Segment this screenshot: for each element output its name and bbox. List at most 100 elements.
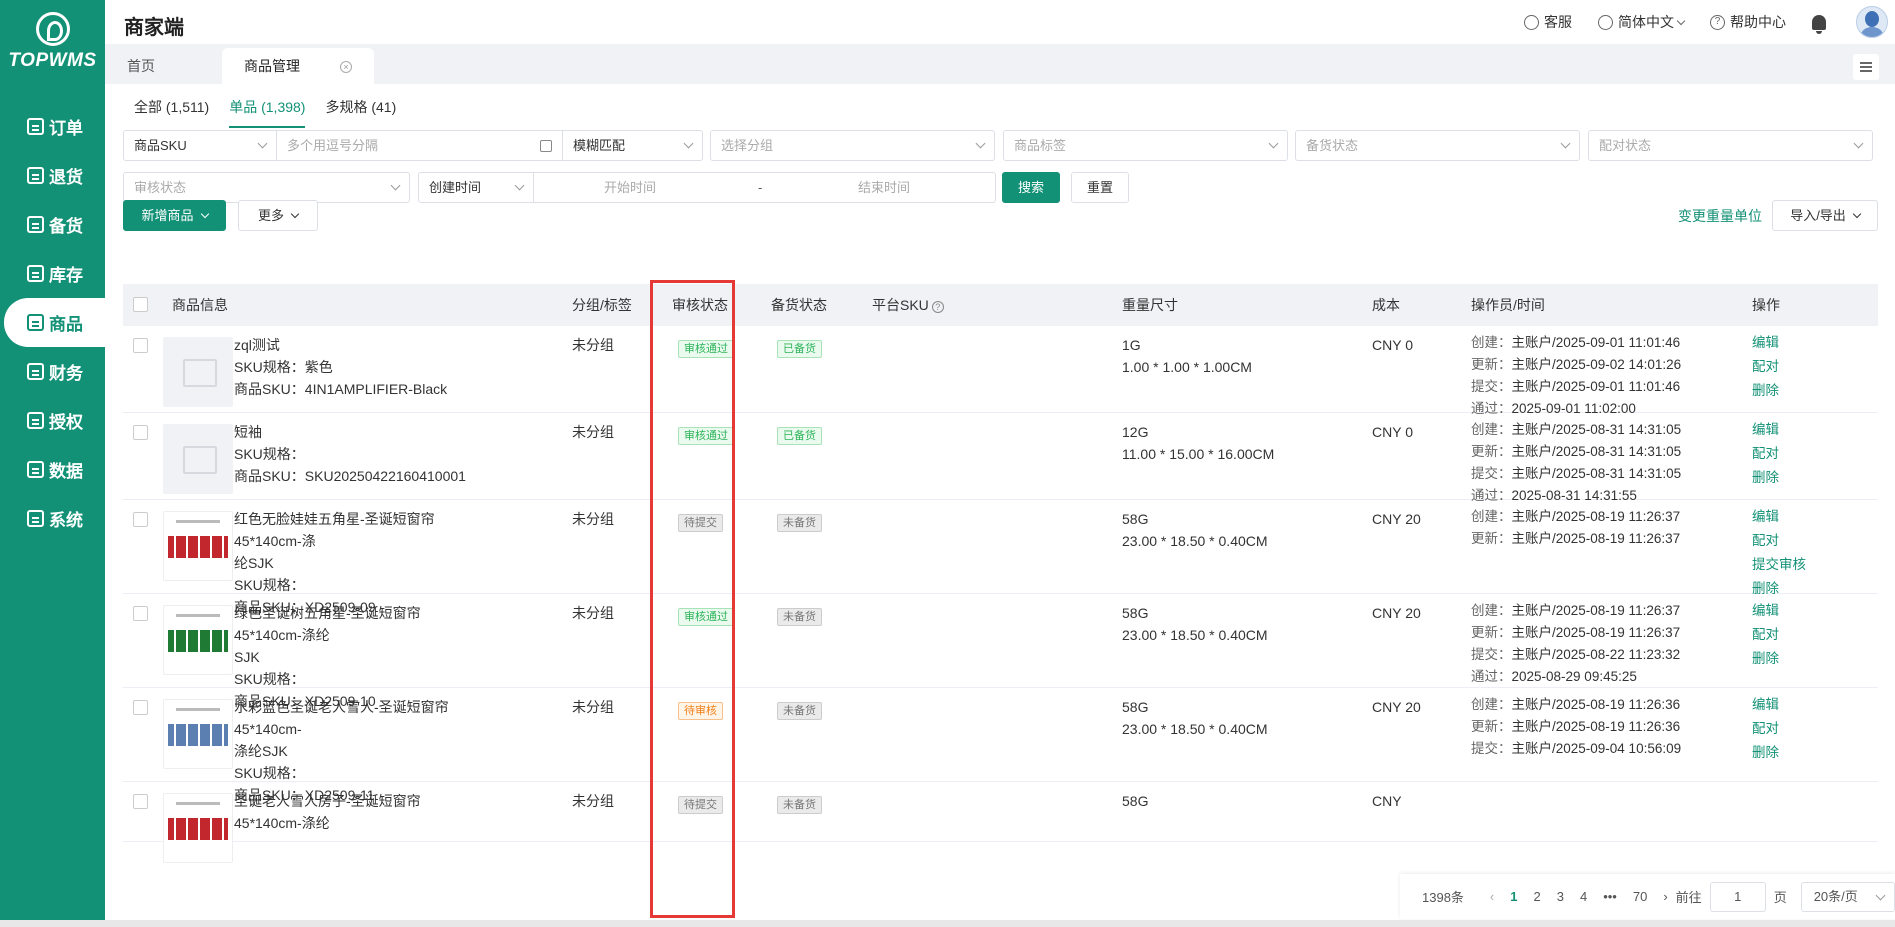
row-action-link[interactable]: 配对 [1752,355,1779,379]
row-action-link[interactable]: 配对 [1752,623,1779,647]
review-status-select[interactable]: 审核状态 [123,172,410,203]
weight: 58G [1122,605,1149,621]
page-tabs: 首页 商品管理 × [105,44,1895,84]
row-action-link[interactable]: 删除 [1752,379,1779,403]
review-status-badge: 审核通过 [678,427,734,445]
language-select[interactable]: 简体中文 [1598,12,1686,32]
pair-status-select[interactable]: 配对状态 [1588,130,1873,161]
add-goods-button[interactable]: 新增商品 [123,200,226,231]
sidebar-item-1[interactable]: 退货 [0,151,105,200]
row-action-link[interactable]: 编辑 [1752,599,1779,623]
subtab-multi-spec[interactable]: 多规格 (41) [325,96,396,128]
match-mode-select[interactable]: 模糊匹配 [562,130,703,161]
sidebar-item-0[interactable]: 订单 [0,102,105,151]
stock-status-select[interactable]: 备货状态 [1295,130,1580,161]
page-number[interactable]: 70 [1633,889,1647,904]
sidebar-item-3[interactable]: 库存 [0,249,105,298]
tab-goods-management[interactable]: 商品管理 × [222,48,374,84]
system-icon [27,510,44,527]
sku-spec: SKU规格： [234,446,305,462]
table-row: 红色无脸娃娃五角星-圣诞短窗帘45*140cm-涤 纶SJK SKU规格： 商品SKU… [123,500,1878,615]
prev-page-icon[interactable]: ‹ [1490,889,1494,904]
product-name-cont: SJK [234,649,260,665]
row-checkbox[interactable] [133,512,148,527]
page-number[interactable]: 2 [1534,889,1541,904]
page-jump-input[interactable]: 1 [1709,881,1766,912]
tab-home[interactable]: 首页 [105,48,177,84]
logo: TOPWMS [0,12,105,72]
row-actions: 编辑 配对 删除 [1752,693,1779,765]
customer-service-button[interactable]: 客服 [1524,12,1572,32]
row-action-link[interactable]: 配对 [1752,442,1779,466]
sidebar-item-8[interactable]: 系统 [0,494,105,543]
help-center-button[interactable]: ? 帮助中心 [1710,12,1786,32]
row-action-link[interactable]: 编辑 [1752,505,1806,529]
row-checkbox[interactable] [133,700,148,715]
sidebar-item-5[interactable]: 财务 [0,347,105,396]
row-action-link[interactable]: 删除 [1752,466,1779,490]
row-action-link[interactable]: 提交审核 [1752,553,1806,577]
reset-button[interactable]: 重置 [1071,172,1129,203]
sidebar-item-6[interactable]: 授权 [0,396,105,445]
row-action-link[interactable]: 编辑 [1752,418,1779,442]
sku-type-select[interactable]: 商品SKU [123,130,277,161]
chevron-down-icon [1268,138,1279,149]
product-thumbnail [163,699,233,769]
group-label: 未分组 [572,605,614,621]
time-type-select[interactable]: 创建时间 [418,172,534,203]
page-number[interactable]: ••• [1603,889,1617,904]
sidebar-item-label: 退货 [49,168,83,187]
question-icon[interactable]: ? [931,301,944,313]
end-date-input[interactable]: 结束时间 [858,173,910,202]
start-date-input[interactable]: 开始时间 [604,173,656,202]
chevron-down-icon [1852,209,1862,219]
sidebar-item-2[interactable]: 备货 [0,200,105,249]
row-checkbox[interactable] [133,606,148,621]
close-icon[interactable]: × [340,61,352,74]
page-number[interactable]: 3 [1557,889,1564,904]
group-label: 未分组 [572,699,614,715]
row-checkbox[interactable] [133,425,148,440]
tag-select[interactable]: 商品标签 [1003,130,1288,161]
page-number[interactable]: 1 [1510,889,1517,904]
row-checkbox[interactable] [133,338,148,353]
search-button[interactable]: 搜索 [1002,172,1060,203]
menu-icon[interactable] [1853,54,1879,80]
change-weight-unit-link[interactable]: 变更重量单位 [1678,206,1762,226]
dimensions: 23.00 * 18.50 * 0.40CM [1122,533,1268,549]
select-all-checkbox[interactable] [133,297,148,312]
import-export-button[interactable]: 导入/导出 [1772,200,1878,231]
row-action-link[interactable]: 删除 [1752,647,1779,671]
chevron-down-icon [683,138,694,149]
subtab-all[interactable]: 全部 (1,511) [134,96,209,128]
table-row: 绿色圣诞树五角星-圣诞短窗帘45*140cm-涤纶 SJK SKU规格： 商品SKU：… [123,594,1878,709]
sidebar-item-7[interactable]: 数据 [0,445,105,494]
sku-input[interactable]: 多个用逗号分隔 [276,130,563,161]
row-action-link[interactable]: 配对 [1752,717,1779,741]
row-action-link[interactable]: 编辑 [1752,331,1779,355]
chevron-down-icon [1875,890,1886,900]
next-page-icon[interactable]: › [1663,889,1667,904]
sidebar-item-4[interactable]: 商品 [4,298,105,347]
page-size-select[interactable]: 20条/页 [1800,881,1895,912]
date-range-input[interactable]: 开始时间 - 结束时间 [533,172,996,203]
row-action-link[interactable]: 配对 [1752,529,1806,553]
review-status-badge: 待提交 [678,796,723,814]
bell-icon[interactable] [1812,14,1826,34]
row-action-link[interactable]: 删除 [1752,741,1779,765]
group-select[interactable]: 选择分组 [710,130,995,161]
product-name-cont: 涤纶SJK [234,743,288,759]
bottom-scrollbar[interactable] [0,920,1895,927]
page-number[interactable]: 4 [1580,889,1587,904]
main-content: 全部 (1,511) 单品 (1,398) 多规格 (41) 商品SKU 多个用… [105,84,1895,927]
data-icon [27,461,44,478]
sku-spec: SKU规格：紫色 [234,359,333,375]
subtab-single[interactable]: 单品 (1,398) [229,96,306,128]
avatar[interactable] [1856,6,1888,38]
table-header: 商品信息 分组/标签 审核状态 备货状态 平台SKU? 重量尺寸 成本 操作员/… [123,284,1878,326]
product-name: 红色无脸娃娃五角星-圣诞短窗帘45*140cm-涤 [234,511,435,549]
expand-icon[interactable] [540,140,552,152]
more-button[interactable]: 更多 [238,200,318,231]
row-checkbox[interactable] [133,794,148,809]
row-action-link[interactable]: 编辑 [1752,693,1779,717]
